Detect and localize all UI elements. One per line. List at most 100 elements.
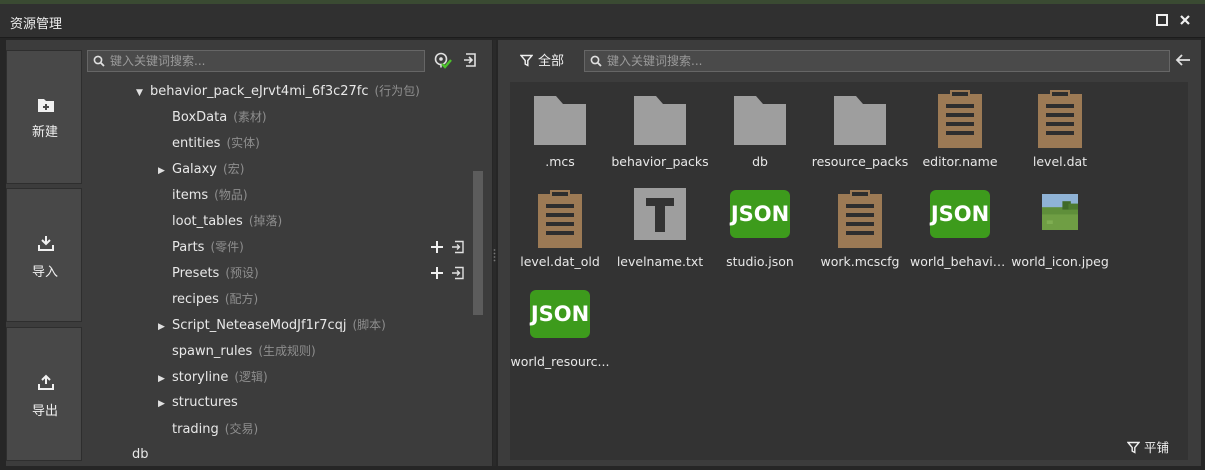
json-file-icon: JSON	[530, 290, 590, 338]
maximize-icon	[1156, 14, 1168, 26]
tree-item-script[interactable]: ▶ Script_NeteaseModJf1r7cqj (脚本)	[158, 312, 386, 338]
file-item-levelname-txt[interactable]: levelname.txt	[610, 184, 710, 280]
splitter-grip-icon	[493, 249, 496, 262]
tree-item-trading[interactable]: trading (交易)	[172, 416, 258, 442]
file-name: editor.name	[922, 154, 998, 169]
tree-item-tag: (零件)	[210, 240, 244, 254]
tree-item-storyline[interactable]: ▶ storyline (逻辑)	[158, 364, 268, 390]
presets-add-button[interactable]	[430, 266, 444, 284]
tree-root-tag: (行为包)	[374, 84, 420, 98]
json-file-icon: JSON	[730, 190, 790, 238]
tree-item-tag: (预设)	[225, 266, 259, 280]
tree-item-loot-tables[interactable]: loot_tables (掉落)	[172, 208, 282, 234]
plus-icon	[431, 267, 443, 279]
document-icon	[538, 190, 582, 248]
new-button[interactable]: 新建	[6, 50, 82, 184]
file-item-level-dat[interactable]: level.dat	[1010, 84, 1110, 180]
flat-view-label: 平铺	[1144, 440, 1170, 455]
file-item-work-mcscfg[interactable]: work.mcscfg	[810, 184, 910, 280]
folder-icon	[634, 96, 686, 145]
file-name: .mcs	[545, 154, 575, 169]
tree-item-tag: (掉落)	[248, 214, 283, 228]
tree-item-label: recipes	[172, 292, 219, 307]
close-icon	[1180, 15, 1190, 25]
file-item-world-behavior[interactable]: JSON world_behavio...	[910, 184, 1010, 280]
file-name: world_behavio...	[910, 254, 1010, 269]
json-file-icon: JSON	[930, 190, 990, 238]
maximize-button[interactable]	[1154, 12, 1170, 28]
tree-item-label: entities	[172, 136, 221, 151]
tree-item-spawn-rules[interactable]: spawn_rules (生成规则)	[172, 338, 316, 364]
document-icon	[838, 190, 882, 248]
tree-item-tag: (实体)	[226, 136, 260, 150]
filter-all-button[interactable]: 全部	[519, 52, 565, 72]
back-button[interactable]	[1175, 53, 1191, 71]
tree-item-galaxy[interactable]: ▶ Galaxy (宏)	[158, 156, 244, 182]
file-item-editor-name[interactable]: editor.name	[910, 84, 1010, 180]
file-item-studio-json[interactable]: JSON studio.json	[710, 184, 810, 280]
search-icon	[93, 55, 105, 67]
filter-all-label: 全部	[538, 54, 565, 69]
tree-item-tag: (宏)	[223, 162, 245, 176]
filter-icon	[1126, 441, 1141, 454]
tree-item-structures[interactable]: ▶ structures	[158, 390, 238, 416]
file-item-behavior-packs[interactable]: behavior_packs	[610, 84, 710, 180]
tree-item-db[interactable]: db	[132, 442, 149, 468]
file-item-level-dat-old[interactable]: level.dat_old	[510, 184, 610, 280]
filter-icon	[519, 54, 534, 67]
tree-item-label: trading	[172, 422, 219, 437]
file-search-box	[584, 50, 1170, 72]
tree-search-input[interactable]	[110, 52, 420, 70]
import-into-icon	[452, 266, 464, 280]
import-icon	[38, 236, 54, 251]
tree-item-parts[interactable]: Parts (零件)	[172, 234, 244, 260]
tree-item-label: Presets	[172, 266, 220, 281]
file-name: world_resourc...	[510, 354, 610, 369]
parts-add-button[interactable]	[430, 240, 444, 258]
tree-root-row[interactable]: ▼ behavior_pack_eJrvt4mi_6f3c27fc (行为包)	[136, 78, 420, 104]
collapsed-arrow-icon: ▶	[158, 322, 165, 332]
locate-button[interactable]	[433, 51, 453, 75]
tree-item-recipes[interactable]: recipes (配方)	[172, 286, 258, 312]
file-item-db[interactable]: db	[710, 84, 810, 180]
tree-scrollbar-thumb[interactable]	[473, 171, 483, 315]
tree-item-presets[interactable]: Presets (预设)	[172, 260, 259, 286]
file-item-world-resource[interactable]: JSON world_resourc...	[510, 284, 610, 380]
presets-import-button[interactable]	[451, 266, 465, 284]
file-item-world-icon[interactable]: world_icon.jpeg	[1010, 184, 1110, 280]
file-search-input[interactable]	[607, 52, 1165, 70]
tree-item-label: loot_tables	[172, 214, 243, 229]
plus-icon	[431, 241, 443, 253]
search-icon	[590, 55, 602, 67]
import-into-icon	[452, 240, 464, 254]
tree-item-entities[interactable]: entities (实体)	[172, 130, 260, 156]
import-button[interactable]: 导入	[6, 188, 82, 322]
parts-import-button[interactable]	[451, 240, 465, 258]
new-folder-icon	[38, 99, 54, 112]
tree-search-box	[87, 50, 425, 72]
image-thumbnail-icon	[1042, 194, 1078, 230]
collapse-panel-button[interactable]	[462, 52, 478, 72]
window-title: 资源管理	[10, 17, 63, 32]
json-icon-text: JSON	[930, 202, 990, 226]
tree-item-label: spawn_rules	[172, 344, 253, 359]
file-name: level.dat	[1032, 154, 1088, 169]
document-icon	[1038, 90, 1082, 148]
tree-item-label: Galaxy	[172, 162, 218, 177]
tree-item-items[interactable]: items (物品)	[172, 182, 248, 208]
tree-item-tag: (逻辑)	[234, 370, 268, 384]
close-button[interactable]	[1177, 12, 1193, 28]
file-name: world_icon.jpeg	[1011, 254, 1109, 269]
file-item-mcs[interactable]: .mcs	[510, 84, 610, 180]
flat-view-button[interactable]: 平铺	[1126, 439, 1170, 457]
export-button-label: 导出	[31, 404, 58, 419]
tree-item-label: Parts	[172, 240, 205, 255]
file-name: db	[752, 154, 768, 169]
tree-item-boxdata[interactable]: BoxData (素材)	[172, 104, 267, 130]
file-name: behavior_packs	[611, 154, 709, 169]
file-item-resource-packs[interactable]: resource_packs	[810, 84, 910, 180]
file-name: levelname.txt	[616, 254, 704, 269]
json-icon-text: JSON	[530, 302, 590, 326]
tree-item-tag: (配方)	[224, 292, 259, 306]
export-button[interactable]: 导出	[6, 327, 82, 461]
